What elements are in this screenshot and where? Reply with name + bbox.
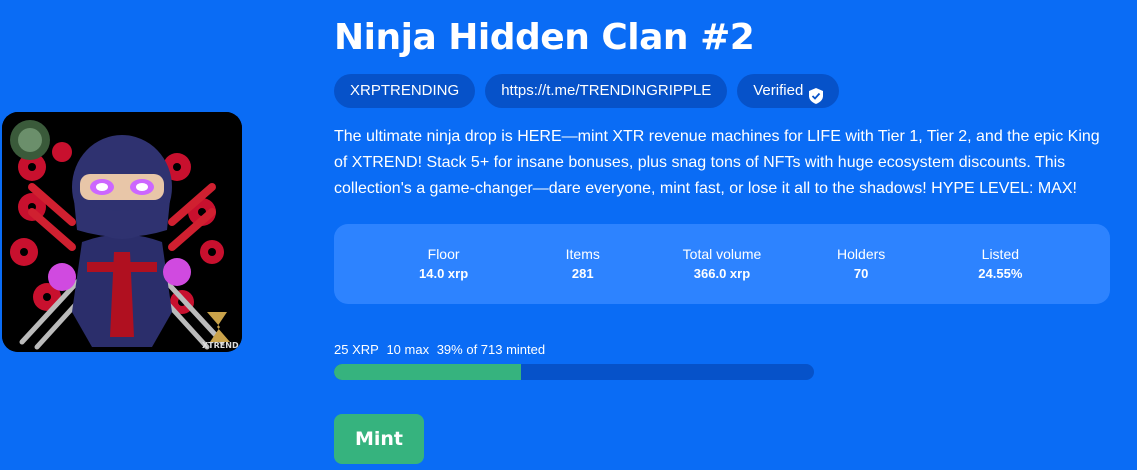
stat-value: 366.0 xrp: [693, 266, 751, 281]
stat-items: Items 281: [523, 244, 643, 284]
mint-button[interactable]: Mint: [334, 414, 424, 464]
mint-progress-fill: [334, 364, 522, 380]
stats-panel: Floor 14.0 xrp Items 281 Total volume 36…: [334, 224, 1110, 304]
stat-value: 70: [853, 266, 869, 281]
mint-progress-bar: [334, 364, 814, 380]
collection-artwork: XTREND: [2, 112, 242, 352]
stat-value: 281: [571, 266, 594, 281]
collection-title: Ninja Hidden Clan #2: [334, 17, 755, 58]
stat-label: Floor: [427, 246, 460, 262]
stat-total-volume: Total volume 366.0 xrp: [662, 244, 782, 284]
stat-label: Items: [565, 246, 600, 262]
creator-chip-label: XRPTRENDING: [350, 82, 460, 99]
shield-check-icon: [809, 83, 824, 104]
mint-info: 25 XRP 10 max 39% of 713 minted: [334, 342, 1114, 358]
mint-max: 10 max: [386, 342, 430, 357]
stat-holders: Holders 70: [801, 244, 921, 284]
verified-badge[interactable]: Verified: [737, 74, 840, 108]
stat-label: Holders: [837, 246, 886, 262]
stat-floor: Floor 14.0 xrp: [384, 244, 504, 284]
verified-label: Verified: [753, 82, 804, 99]
link-chip[interactable]: https://t.me/TRENDINGRIPPLE: [485, 74, 728, 108]
stat-value: 24.55%: [978, 266, 1023, 281]
mint-progress-text: 39% of 713 minted: [436, 342, 546, 357]
collection-details: Ninja Hidden Clan #2 XRPTRENDING https:/…: [334, 14, 1114, 464]
xtrend-logo-text: XTREND: [202, 341, 239, 350]
creator-chip[interactable]: XRPTRENDING: [334, 74, 476, 108]
link-chip-label: https://t.me/TRENDINGRIPPLE: [501, 82, 712, 99]
stat-label: Total volume: [682, 246, 762, 262]
mint-price: 25 XRP: [334, 342, 379, 357]
collection-description: The ultimate ninja drop is HERE—mint XTR…: [334, 128, 1100, 197]
stat-listed: Listed 24.55%: [940, 244, 1060, 284]
stat-value: 14.0 xrp: [419, 266, 469, 281]
stat-label: Listed: [981, 246, 1020, 262]
collection-chips: XRPTRENDING https://t.me/TRENDINGRIPPLE …: [334, 74, 1114, 108]
